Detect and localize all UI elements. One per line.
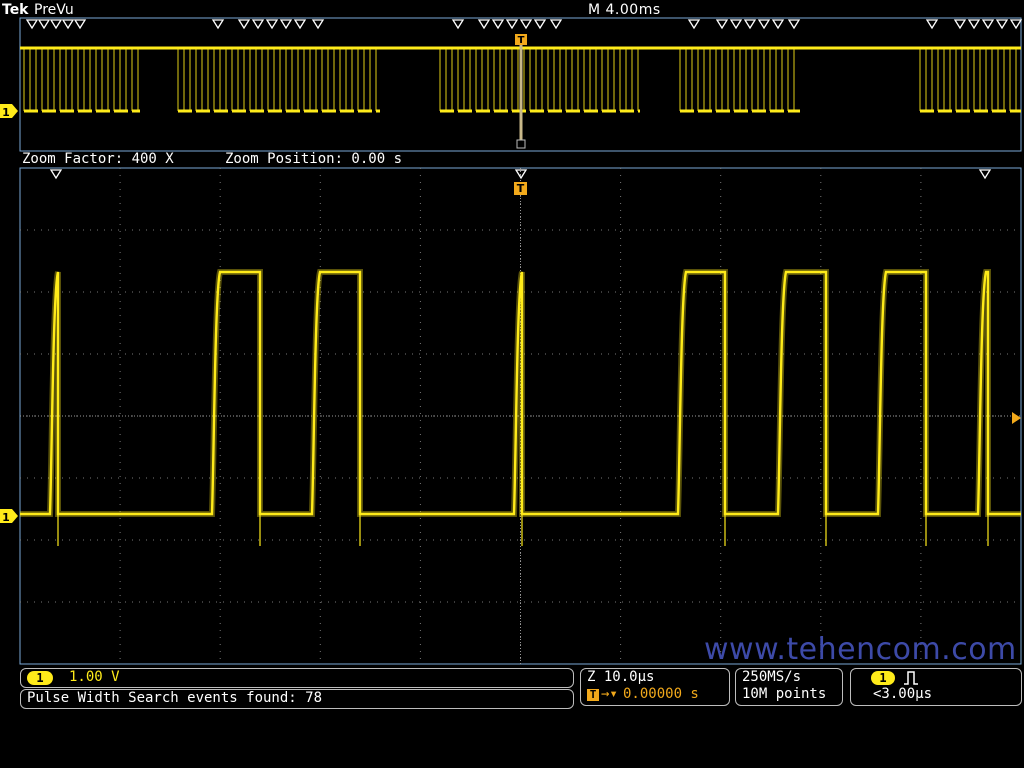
overview-event-marker-icon [925,19,939,30]
acquisition-box[interactable]: 250MS/s 10M points [735,668,843,706]
overview-event-marker-icon [519,19,533,30]
main-waveform [20,269,1021,546]
overview-event-marker-icon [61,19,75,30]
trigger-settings-box[interactable]: 1 <3.00µs [850,668,1022,706]
overview-event-marker-icon [953,19,967,30]
overview-event-markers [25,19,1023,30]
zoom-scale: Z 10.0µs [587,669,655,685]
trigger-position: 0.00000 s [623,686,699,702]
overview-event-marker-icon [533,19,547,30]
zoom-position-label: Zoom Position: 0.00 s [225,151,403,167]
overview-event-marker-icon [1009,19,1023,30]
overview-event-marker-icon [771,19,785,30]
overview-event-marker-icon [787,19,801,30]
overview-event-marker-icon [49,19,63,30]
overview-event-marker-icon [549,19,563,30]
overview-event-marker-icon [505,19,519,30]
overview-trigger-label: T [518,35,525,46]
channel1-badge: 1 [27,671,53,685]
overview-event-marker-icon [757,19,771,30]
overview-event-marker-icon [451,19,465,30]
overview-event-marker-icon [491,19,505,30]
overview-event-marker-icon [981,19,995,30]
overview-event-marker-icon [995,19,1009,30]
sample-rate: 250MS/s [742,669,802,685]
search-results-text: Pulse Width Search events found: 78 [27,690,323,706]
channel1-scale-box[interactable]: 1 1.00 V [20,668,574,688]
overview-event-marker-icon [25,19,39,30]
overview-event-marker-icon [715,19,729,30]
overview-channel-label: 1 [2,106,10,119]
main-channel-label: 1 [2,511,10,524]
watermark: www.tehencom.com [704,632,1017,667]
trigger-position-icon: T [587,689,599,701]
record-length: 10M points [742,686,827,702]
overview-event-marker-icon [293,19,307,30]
overview-event-marker-icon [967,19,981,30]
channel1-scale: 1.00 V [69,669,120,685]
overview-event-marker-icon [265,19,279,30]
zoom-scale-box[interactable]: Z 10.0µs T →▾ 0.00000 s [580,668,730,706]
search-results-box[interactable]: Pulse Width Search events found: 78 [20,689,574,709]
overview-event-marker-icon [73,19,87,30]
main-trigger-label: T [517,182,525,195]
overview-event-marker-icon [279,19,293,30]
zoom-window-box[interactable] [516,139,526,149]
overview-event-marker-icon [743,19,757,30]
overview-event-marker-icon [37,19,51,30]
overview-event-marker-icon [687,19,701,30]
trigger-level-marker[interactable] [1012,412,1021,424]
pulse-width-icon [904,671,918,685]
trigger-position-arrow-icon: →▾ [601,686,618,702]
event-marker-icon [49,169,63,180]
overview-event-marker-icon [211,19,225,30]
overview-event-marker-icon [237,19,251,30]
overview-event-marker-icon [311,19,325,30]
event-marker-icon [978,169,992,180]
overview-event-marker-icon [477,19,491,30]
trigger-condition: <3.00µs [873,686,933,702]
zoom-factor-label: Zoom Factor: 400 X [22,151,174,167]
overview-event-marker-icon [729,19,743,30]
trigger-source-badge: 1 [871,671,895,685]
overview-event-marker-icon [251,19,265,30]
main-waveform-noise [20,269,1021,517]
